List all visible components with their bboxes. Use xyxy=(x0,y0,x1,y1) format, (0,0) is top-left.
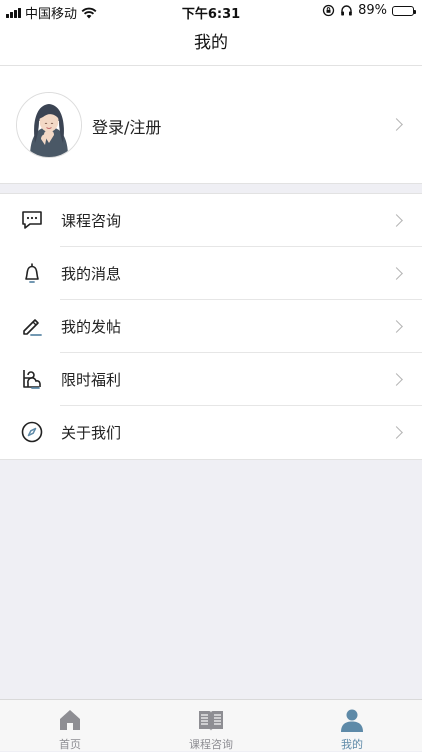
menu-item-my-posts[interactable]: 我的发帖 xyxy=(0,300,422,353)
menu-item-about-us[interactable]: 关于我们 xyxy=(0,406,422,459)
battery-icon xyxy=(392,5,416,16)
tab-bar: 首页 课程咨询 我的 xyxy=(0,699,422,751)
menu-item-label: 关于我们 xyxy=(61,424,122,442)
chevron-right-icon xyxy=(390,373,403,386)
menu-item-label: 限时福利 xyxy=(61,371,122,389)
chevron-right-icon xyxy=(390,267,403,280)
book-icon xyxy=(199,711,223,731)
chevron-right-icon xyxy=(390,320,403,333)
battery-percent: 89% xyxy=(358,3,387,18)
status-bar: 中国移动 下午6:31 89% xyxy=(0,0,422,22)
person-icon xyxy=(341,709,363,732)
bell-icon xyxy=(25,263,39,283)
chat-bubble-icon xyxy=(22,211,42,229)
menu-item-label: 课程咨询 xyxy=(61,212,122,230)
gift-icon xyxy=(23,370,41,389)
avatar[interactable] xyxy=(16,92,82,158)
chevron-right-icon xyxy=(390,118,403,131)
tab-course-consult[interactable]: 课程咨询 xyxy=(141,700,281,751)
menu-item-limited-benefits[interactable]: 限时福利 xyxy=(0,353,422,406)
tab-home[interactable]: 首页 xyxy=(0,700,140,751)
home-icon xyxy=(60,710,80,730)
pencil-icon xyxy=(23,319,42,336)
nav-bar: 我的 xyxy=(0,22,422,66)
avatar-illustration xyxy=(17,93,81,157)
tab-mine[interactable]: 我的 xyxy=(282,700,422,751)
rotation-lock-icon xyxy=(322,4,335,17)
chevron-right-icon xyxy=(390,214,403,227)
compass-icon xyxy=(21,421,43,443)
chevron-right-icon xyxy=(390,426,403,439)
menu-item-label: 我的消息 xyxy=(61,265,122,283)
profile-login-row[interactable]: 登录/注册 xyxy=(0,66,422,184)
headphones-icon xyxy=(341,5,352,16)
menu-item-label: 我的发帖 xyxy=(61,318,122,336)
menu-item-my-messages[interactable]: 我的消息 xyxy=(0,247,422,300)
page-title: 我的 xyxy=(194,33,228,53)
menu-item-course-consult[interactable]: 课程咨询 xyxy=(0,194,422,247)
menu-list: 课程咨询 我的消息 我的发帖 限时福利 关于我们 xyxy=(0,193,422,460)
status-right: 89% xyxy=(322,3,416,18)
login-register-label[interactable]: 登录/注册 xyxy=(92,114,161,138)
